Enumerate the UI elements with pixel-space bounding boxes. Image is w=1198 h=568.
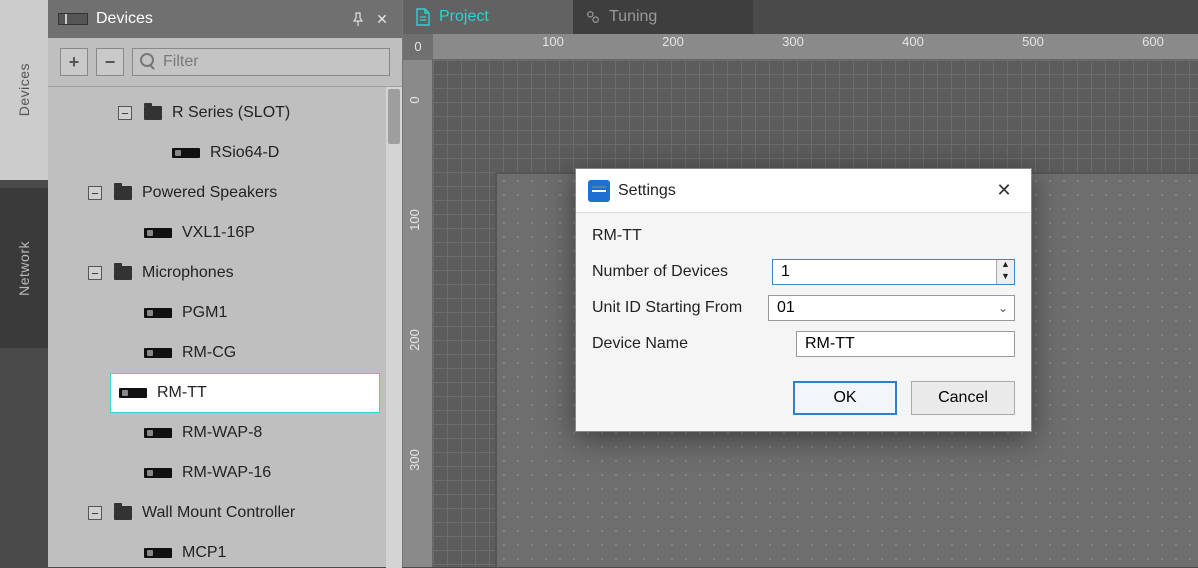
ruler-origin: 0 (403, 34, 433, 60)
side-tab-network[interactable]: Network (0, 188, 48, 348)
side-tab-network-label: Network (16, 241, 32, 296)
expand-all-button[interactable]: + (60, 48, 88, 76)
search-icon (140, 53, 156, 69)
device-icon (144, 308, 172, 318)
collapse-icon[interactable]: − (118, 106, 132, 120)
tree-item-rm-wap-8[interactable]: RM-WAP-8 (48, 413, 402, 453)
tab-tuning-label: Tuning (609, 8, 657, 26)
panel-toolbar: + − (48, 38, 402, 87)
device-icon (144, 348, 172, 358)
tree-node-microphones[interactable]: −Microphones (48, 253, 402, 293)
tree-scrollbar[interactable] (386, 87, 402, 568)
panel-title: Devices (96, 10, 153, 28)
tree-item-rsio64d[interactable]: RSio64-D (48, 133, 402, 173)
device-icon (144, 228, 172, 238)
pin-icon[interactable] (348, 9, 368, 29)
side-tab-devices-label: Devices (16, 63, 32, 116)
close-panel-icon[interactable]: ✕ (372, 9, 392, 29)
number-of-devices-label: Number of Devices (592, 263, 772, 281)
unit-id-label: Unit ID Starting From (592, 299, 768, 317)
tree-item-vxl1-16p[interactable]: VXL1-16P (48, 213, 402, 253)
chevron-down-icon[interactable]: ⌄ (992, 296, 1014, 320)
tree-node-powered-speakers[interactable]: −Powered Speakers (48, 173, 402, 213)
collapse-all-button[interactable]: − (96, 48, 124, 76)
device-icon (119, 388, 147, 398)
unit-id-field[interactable]: ⌄ (768, 295, 1015, 321)
dialog-context-label: RM-TT (592, 227, 1015, 245)
close-icon[interactable]: ✕ (989, 176, 1019, 206)
main-tabs: Project Tuning (403, 0, 1198, 34)
tree-node-r-series[interactable]: −R Series (SLOT) (48, 93, 402, 133)
device-icon (144, 428, 172, 438)
tab-tuning[interactable]: Tuning (573, 0, 753, 34)
file-icon (415, 8, 431, 26)
devices-panel: Devices ✕ + − −R Series (SLOT) RSio64-D … (48, 0, 403, 567)
collapse-icon[interactable]: − (88, 186, 102, 200)
device-icon (144, 548, 172, 558)
folder-icon (144, 106, 162, 120)
tree-item-rm-tt[interactable]: RM-TT (110, 373, 380, 413)
device-name-label: Device Name (592, 335, 796, 353)
ok-button[interactable]: OK (793, 381, 897, 415)
tab-project[interactable]: Project (403, 0, 573, 34)
scrollbar-thumb[interactable] (388, 89, 400, 144)
gears-icon (585, 8, 601, 26)
devices-icon (58, 13, 88, 25)
number-of-devices-input[interactable] (773, 260, 996, 284)
panel-header: Devices ✕ (48, 0, 402, 38)
device-icon (172, 148, 200, 158)
device-tree: −R Series (SLOT) RSio64-D −Powered Speak… (48, 87, 402, 568)
unit-id-input[interactable] (769, 296, 992, 320)
folder-icon (114, 186, 132, 200)
folder-icon (114, 266, 132, 280)
folder-icon (114, 506, 132, 520)
tree-item-mcp1[interactable]: MCP1 (48, 533, 402, 568)
settings-dialog: Settings ✕ RM-TT Number of Devices ▲▼ Un… (575, 168, 1032, 432)
side-tab-devices[interactable]: Devices (0, 0, 48, 180)
app-icon (588, 180, 610, 202)
collapse-icon[interactable]: − (88, 506, 102, 520)
tree-item-pgm1[interactable]: PGM1 (48, 293, 402, 333)
dialog-title: Settings (618, 182, 989, 200)
tree-node-wall-mount[interactable]: −Wall Mount Controller (48, 493, 402, 533)
device-name-input[interactable] (796, 331, 1015, 357)
tree-item-rm-wap-16[interactable]: RM-WAP-16 (48, 453, 402, 493)
filter-input[interactable] (132, 48, 390, 76)
cancel-button[interactable]: Cancel (911, 381, 1015, 415)
tree-item-rm-cg[interactable]: RM-CG (48, 333, 402, 373)
spin-down-icon[interactable]: ▼ (997, 272, 1014, 284)
device-icon (144, 468, 172, 478)
number-of-devices-field[interactable]: ▲▼ (772, 259, 1015, 285)
collapse-icon[interactable]: − (88, 266, 102, 280)
ruler-horizontal: 100 200 300 400 500 600 (433, 34, 1198, 60)
dialog-titlebar: Settings ✕ (576, 169, 1031, 213)
ruler-vertical: 0 100 200 300 (403, 60, 433, 567)
tab-project-label: Project (439, 8, 489, 26)
